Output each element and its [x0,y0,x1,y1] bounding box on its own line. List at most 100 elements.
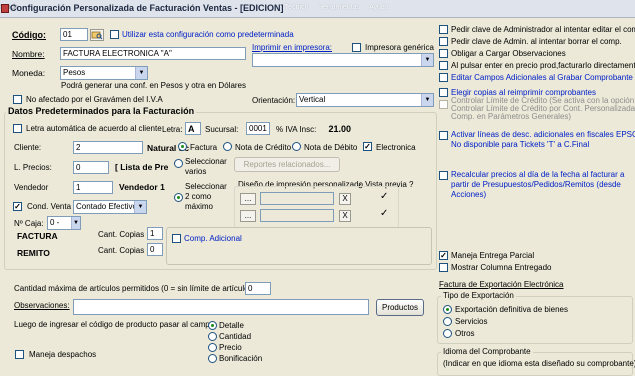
factura-label: FACTURA [17,231,58,241]
datos-title: Datos Predeterminados para la Facturació… [6,106,197,116]
cliente-label: Cliente: [14,143,42,152]
nota-debito-label: Nota de Débito [304,143,358,152]
right-option-2-label: Obligar a Cargar Observaciones [451,49,566,58]
export-otros-radio[interactable] [443,329,452,338]
codigo-search-button[interactable] [90,29,104,41]
cond-venta-checkbox[interactable]: ✓ [13,202,22,211]
imprimir-label: Imprimir en impresora: [252,43,333,52]
campo-detalle-label: Detalle [219,321,244,330]
sucursal-input[interactable]: 0001 [246,122,270,135]
vendedor-input[interactable]: 1 [73,181,113,194]
idioma-title: Idioma del Comprobante [441,347,533,356]
diseno-groupbox [234,186,399,228]
no-afectado-label: No afectado por el Gravámen del I.V.A [26,95,163,104]
cliente-input[interactable]: 2 [73,141,143,154]
maneja-despachos-checkbox[interactable] [15,350,24,359]
app-icon [1,4,9,13]
orientacion-select[interactable]: Vertical ▼ [296,93,434,107]
reportes-relacionados-button[interactable]: Reportes relacionados... [234,157,340,172]
cond-venta-select[interactable]: Contado Efectivo ▼ [73,200,147,214]
menu-herramientas[interactable]: Herramientas [318,4,360,11]
maneja-entrega-checkbox[interactable]: ✓ [439,251,448,260]
luego-label: Luego de ingresar el código de producto … [14,320,215,329]
menu-tecnico[interactable]: Técnico [284,4,309,11]
chevron-down-icon: ▼ [421,54,433,66]
activar-lineas-line1: Activar líneas de desc. adicionales en f… [451,130,635,139]
right-option-2-checkbox[interactable] [439,49,448,58]
moneda-value: Pesos [63,68,86,77]
sucursal-label: Sucursal: [205,125,239,134]
right-option-0-checkbox[interactable] [439,25,448,34]
mostrar-columna-checkbox[interactable] [439,263,448,272]
campo-precio-radio[interactable] [208,343,217,352]
elegir-copias-checkbox[interactable] [439,88,448,97]
impresora-select[interactable]: ▼ [252,53,434,67]
recalcular-checkbox[interactable] [439,171,448,180]
productos-button[interactable]: Productos [376,299,424,316]
campo-precio-label: Precio [219,343,242,352]
observaciones-label: Observaciones: [14,301,70,310]
ncaja-label: Nº Caja: [14,219,44,228]
letra-automatica-label: Letra automática de acuerdo al cliente [26,124,162,133]
lprecios-input[interactable]: 0 [73,161,109,174]
export-servicios-radio[interactable] [443,317,452,326]
comp-adicional-checkbox[interactable] [172,234,181,243]
factura-radio[interactable] [178,142,187,151]
mostrar-columna-label: Mostrar Columna Entregado [451,263,552,272]
window-title: Configuración Personalizada de Facturaci… [10,3,284,13]
chevron-down-icon: ▼ [134,201,146,213]
right-option-4-checkbox[interactable] [439,73,448,82]
ncaja-select[interactable]: 0 - cer ▼ [47,216,81,230]
title-bar: Stock Configuración Personalizada de Fac… [0,0,635,18]
campo-bonificacion-radio[interactable] [208,354,217,363]
chevron-down-icon: ▼ [421,94,433,106]
codigo-label: Código: [12,30,46,40]
export-definitiva-label: Exportación definitiva de bienes [455,305,568,314]
right-option-3-checkbox[interactable] [439,61,448,70]
idioma-hint: (Indicar en que idioma esta diseñado su … [443,359,635,368]
campo-cantidad-label: Cantidad [219,332,252,341]
vendedor-nombre: Vendedor 1 [119,182,165,192]
sel-varios-label: Seleccionar varios [185,157,227,176]
right-option-4-label: Editar Campos Adicionales al Grabar Comp… [451,73,633,82]
maneja-entrega-label: Maneja Entrega Parcial [451,251,535,260]
remito-copias-input[interactable]: 0 [147,243,163,256]
controlar-limite-line3: Comp. en Parámetros Generales) [451,112,572,121]
factura-copias-input[interactable]: 1 [147,227,163,240]
vendedor-label: Vendedor [14,183,49,192]
comp-adicional-label: Comp. Adicional [184,234,242,243]
predeterminada-checkbox[interactable] [110,30,119,39]
nota-debito-radio[interactable] [292,142,301,151]
iva-label: % IVA Insc: [276,125,317,134]
activar-lineas-line2: No disponible para Tickets 'T' a C.Final [451,140,590,149]
chevron-down-icon: ▼ [135,67,147,79]
maneja-despachos-label: Maneja despachos [29,350,97,359]
cantidad-maxima-input[interactable]: 0 [245,282,271,295]
export-definitiva-radio[interactable] [443,305,452,314]
orientacion-value: Vertical [299,95,326,104]
recalcular-line3: Acciones) [451,190,487,199]
controlar-limite-checkbox[interactable] [439,100,448,109]
activar-lineas-checkbox[interactable] [439,131,448,140]
letra-input[interactable]: A [185,122,201,135]
impresora-generica-checkbox[interactable] [352,43,361,52]
right-option-1-checkbox[interactable] [439,37,448,46]
sel-varios-radio[interactable] [174,159,183,168]
menu-ayuda[interactable]: Ayuda [369,4,389,11]
campo-cantidad-radio[interactable] [208,332,217,341]
no-afectado-checkbox[interactable] [13,95,22,104]
orientacion-label: Orientación: [252,96,296,105]
lista-precios-nombre: [ Lista de Pre [115,162,169,172]
electronica-checkbox[interactable]: ✓ [363,142,372,151]
observaciones-input[interactable] [73,299,369,315]
nombre-input[interactable]: FACTURA ELECTRONICA "A" [60,47,246,60]
cantidad-maxima-label: Cantidad máxima de artículos permitidos … [14,284,256,293]
campo-detalle-radio[interactable] [208,321,217,330]
letra-automatica-checkbox[interactable] [13,124,22,133]
export-servicios-label: Servicios [455,317,488,326]
codigo-input[interactable]: 01 [60,28,88,41]
sel-2-como-radio[interactable] [174,193,183,202]
moneda-select[interactable]: Pesos ▼ [60,66,148,80]
tipo-exportacion-title: Tipo de Exportación [441,291,516,300]
nota-credito-radio[interactable] [223,142,232,151]
